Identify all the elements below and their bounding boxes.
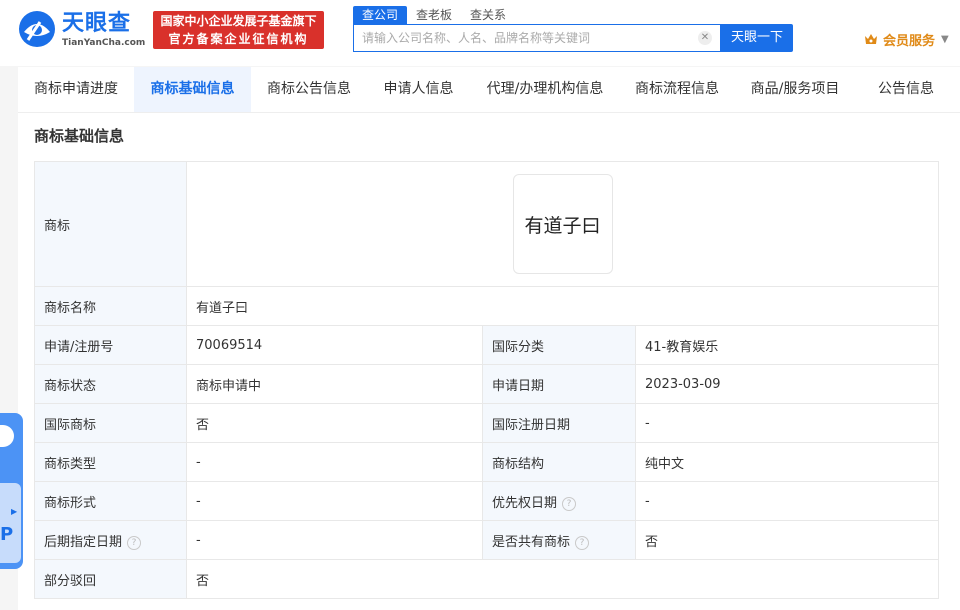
trademark-name-value: 有道子曰 xyxy=(185,286,940,326)
registration-number-value: 70069514 xyxy=(186,325,483,365)
table-row: 商标类型 - 商标结构 纯中文 xyxy=(34,442,940,482)
tab-applicant-info[interactable]: 申请人信息 xyxy=(367,67,470,112)
tab-process-info[interactable]: 商标流程信息 xyxy=(620,67,734,112)
trademark-image-cell: 有道子曰 xyxy=(185,161,940,287)
partial-rejection-label: 部分驳回 xyxy=(34,559,187,599)
later-designation-date-label-cell: 后期指定日期? xyxy=(34,520,187,560)
search-type-tabs: 查公司 查老板 查关系 xyxy=(353,6,515,24)
top-header: 天眼查 TianYanCha.com 国家中小企业发展子基金旗下 官方备案企业征… xyxy=(0,0,960,66)
trademark-status-value: 商标申请中 xyxy=(186,364,483,404)
basic-info-panel: 商标基础信息 商标 有道子曰 商标名称 有道子曰 申请/注册号 70069514… xyxy=(18,113,960,610)
chat-bubble-icon xyxy=(0,425,14,447)
application-date-label: 申请日期 xyxy=(482,364,636,404)
member-service-menu[interactable]: 会员服务 ▼ xyxy=(864,30,949,49)
trademark-structure-value: 纯中文 xyxy=(634,442,940,482)
trademark-status-label: 商标状态 xyxy=(34,364,187,404)
table-row: 申请/注册号 70069514 国际分类 41-教育娱乐 xyxy=(34,325,940,365)
table-row: 商标状态 商标申请中 申请日期 2023-03-09 xyxy=(34,364,940,404)
table-row: 后期指定日期? - 是否共有商标? 否 xyxy=(34,520,940,560)
banner-line-1: 国家中小企业发展子基金旗下 xyxy=(160,14,317,28)
app-download-float-widget[interactable]: ▶ P xyxy=(0,413,23,569)
later-designation-date-label: 后期指定日期 xyxy=(44,534,123,550)
shared-trademark-label: 是否共有商标 xyxy=(492,534,571,550)
tab-basic-info[interactable]: 商标基础信息 xyxy=(134,67,251,112)
search-input[interactable] xyxy=(362,29,692,47)
official-banner: 国家中小企业发展子基金旗下 官方备案企业征信机构 xyxy=(153,11,324,49)
trademark-type-label: 商标类型 xyxy=(34,442,187,482)
play-icon: ▶ xyxy=(11,507,18,516)
later-designation-date-value: - xyxy=(186,520,483,560)
trademark-image-label: 商标 xyxy=(34,161,187,287)
trademark-name-label: 商标名称 xyxy=(34,286,187,326)
search-tab-company[interactable]: 查公司 xyxy=(353,6,408,24)
tianyancha-logo[interactable]: 天眼查 TianYanCha.com xyxy=(18,10,148,50)
trademark-tabbar: 商标申请进度 商标基础信息 商标公告信息 申请人信息 代理/办理机构信息 商标流… xyxy=(18,67,960,113)
logo-text: 天眼查 xyxy=(62,11,132,36)
tab-announcement-info[interactable]: 商标公告信息 xyxy=(251,67,367,112)
search-tab-relation[interactable]: 查关系 xyxy=(461,6,515,24)
international-class-label: 国际分类 xyxy=(482,325,636,365)
shared-trademark-value: 否 xyxy=(634,520,940,560)
logo-eye-icon xyxy=(19,11,55,47)
trademark-image[interactable]: 有道子曰 xyxy=(512,174,613,274)
tab-notice-info[interactable]: 公告信息 xyxy=(856,67,956,112)
international-trademark-value: 否 xyxy=(186,403,483,443)
banner-line-2: 官方备案企业征信机构 xyxy=(168,32,309,46)
international-registration-date-value: - xyxy=(634,403,940,443)
priority-date-label: 优先权日期 xyxy=(492,495,558,511)
help-icon[interactable]: ? xyxy=(575,535,590,550)
help-icon[interactable]: ? xyxy=(562,496,577,511)
tab-application-progress[interactable]: 商标申请进度 xyxy=(18,67,134,112)
search-tab-boss[interactable]: 查老板 xyxy=(407,6,461,24)
crown-icon xyxy=(865,34,877,44)
section-title: 商标基础信息 xyxy=(34,127,125,145)
close-icon[interactable]: ✕ xyxy=(698,31,712,45)
app-letter-icon: P xyxy=(0,524,14,545)
tab-goods-services[interactable]: 商品/服务项目 xyxy=(734,67,856,112)
search-box: ✕ xyxy=(353,24,721,52)
trademark-form-value: - xyxy=(186,481,483,521)
international-registration-date-label: 国际注册日期 xyxy=(482,403,636,443)
tab-agency-info[interactable]: 代理/办理机构信息 xyxy=(470,67,620,112)
chevron-down-icon: ▼ xyxy=(941,33,949,45)
app-promo-panel xyxy=(0,483,21,563)
table-row: 商标形式 - 优先权日期? - xyxy=(34,481,940,521)
international-class-value: 41-教育娱乐 xyxy=(634,325,940,365)
registration-number-label: 申请/注册号 xyxy=(34,325,187,365)
partial-rejection-value: 否 xyxy=(185,559,940,599)
table-row: 国际商标 否 国际注册日期 - xyxy=(34,403,940,443)
trademark-structure-label: 商标结构 xyxy=(482,442,636,482)
table-row: 商标 有道子曰 xyxy=(34,161,940,287)
shared-trademark-label-cell: 是否共有商标? xyxy=(482,520,636,560)
member-service-label: 会员服务 xyxy=(883,33,936,49)
trademark-form-label: 商标形式 xyxy=(34,481,187,521)
international-trademark-label: 国际商标 xyxy=(34,403,187,443)
table-row: 部分驳回 否 xyxy=(34,559,940,599)
trademark-info-table: 商标 有道子曰 商标名称 有道子曰 申请/注册号 70069514 国际分类 4… xyxy=(34,161,940,599)
search-button[interactable]: 天眼一下 xyxy=(721,24,793,52)
application-date-value: 2023-03-09 xyxy=(634,364,940,404)
priority-date-value: - xyxy=(634,481,940,521)
trademark-type-value: - xyxy=(186,442,483,482)
logo-domain: TianYanCha.com xyxy=(62,38,146,48)
help-icon[interactable]: ? xyxy=(127,535,142,550)
table-row: 商标名称 有道子曰 xyxy=(34,286,940,326)
priority-date-label-cell: 优先权日期? xyxy=(482,481,636,521)
